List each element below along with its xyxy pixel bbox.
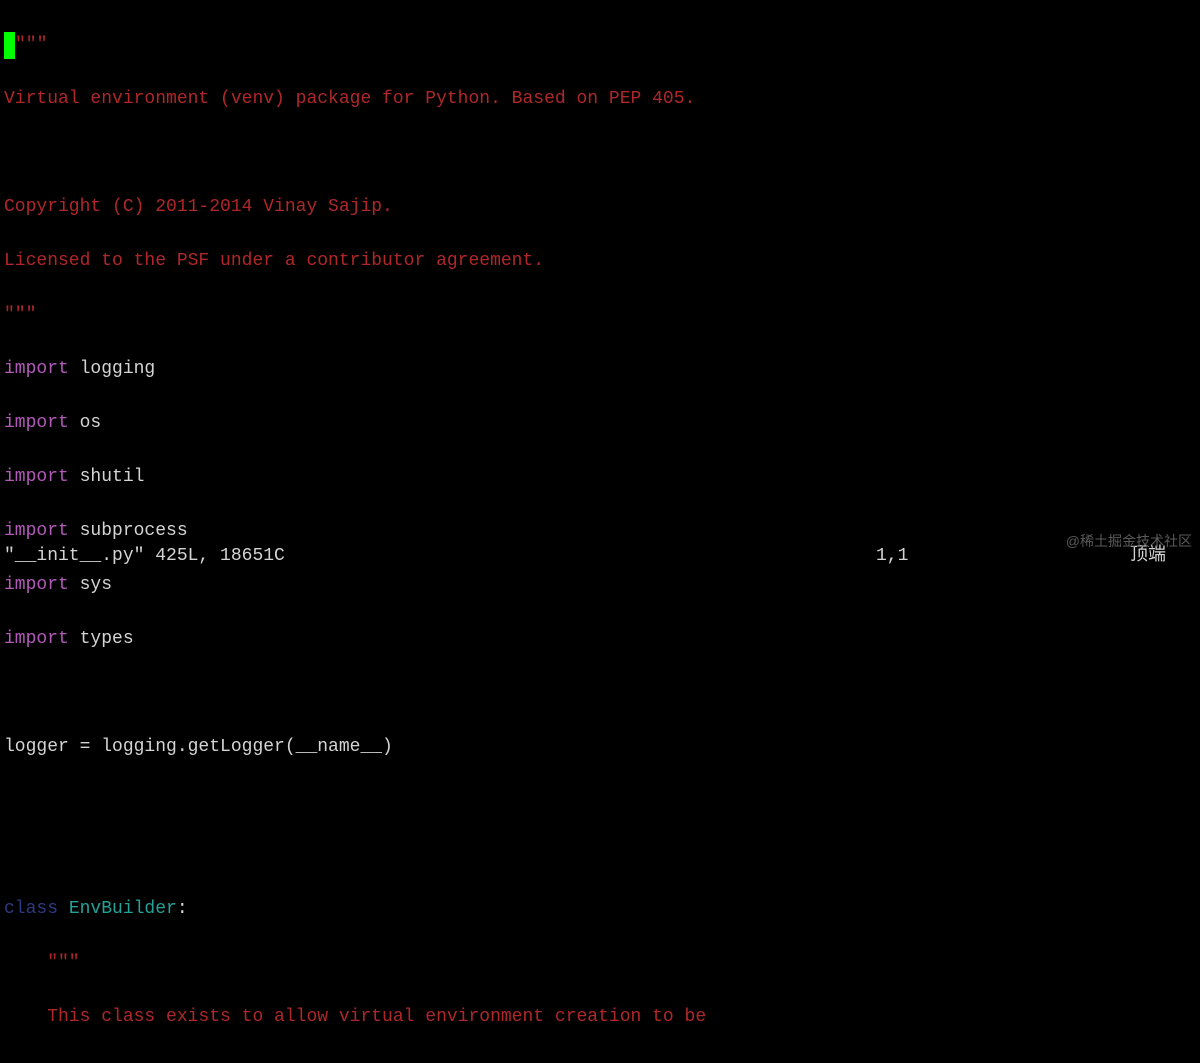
docstring-quote: """: [15, 35, 47, 55]
import-shutil: import shutil: [4, 464, 1196, 491]
code-line-1: """: [4, 32, 1196, 59]
code-line-3: [4, 140, 1196, 167]
keyword-import: import: [4, 629, 69, 649]
module-name: logging: [69, 359, 155, 379]
import-types: import types: [4, 626, 1196, 653]
code-line-2: Virtual environment (venv) package for P…: [4, 86, 1196, 113]
docstring-content: This class exists to allow virtual envir…: [4, 1004, 1196, 1031]
module-name: types: [69, 629, 134, 649]
blank-line: [4, 680, 1196, 707]
code-editor[interactable]: """ Virtual environment (venv) package f…: [0, 0, 1200, 1063]
code-line-5: Licensed to the PSF under a contributor …: [4, 248, 1196, 275]
module-name: subprocess: [69, 521, 188, 541]
watermark: @稀土掘金技术社区: [1066, 531, 1192, 552]
import-sys: import sys: [4, 572, 1196, 599]
vim-statusbar: "__init__.py" 425L, 18651C 1,1 顶端: [4, 543, 1196, 570]
import-subprocess: import subprocess: [4, 518, 1196, 545]
class-definition: class EnvBuilder:: [4, 896, 1196, 923]
keyword-import: import: [4, 575, 69, 595]
cursor-position: 1,1: [876, 543, 1076, 570]
keyword-import: import: [4, 521, 69, 541]
module-name: sys: [69, 575, 112, 595]
blank-line: [4, 788, 1196, 815]
docstring-open: """: [4, 950, 1196, 977]
keyword-import: import: [4, 413, 69, 433]
code-line-4: Copyright (C) 2011-2014 Vinay Sajip.: [4, 194, 1196, 221]
module-name: shutil: [69, 467, 145, 487]
keyword-class: class: [4, 899, 58, 919]
keyword-import: import: [4, 359, 69, 379]
cursor: [4, 32, 15, 59]
file-info: "__init__.py" 425L, 18651C: [4, 543, 876, 570]
module-name: os: [69, 413, 101, 433]
blank-line: [4, 842, 1196, 869]
keyword-import: import: [4, 467, 69, 487]
code-line-6: """: [4, 302, 1196, 329]
logger-assignment: logger = logging.getLogger(__name__): [4, 734, 1196, 761]
import-logging: import logging: [4, 356, 1196, 383]
import-os: import os: [4, 410, 1196, 437]
class-name: EnvBuilder: [58, 899, 177, 919]
colon: :: [177, 899, 188, 919]
